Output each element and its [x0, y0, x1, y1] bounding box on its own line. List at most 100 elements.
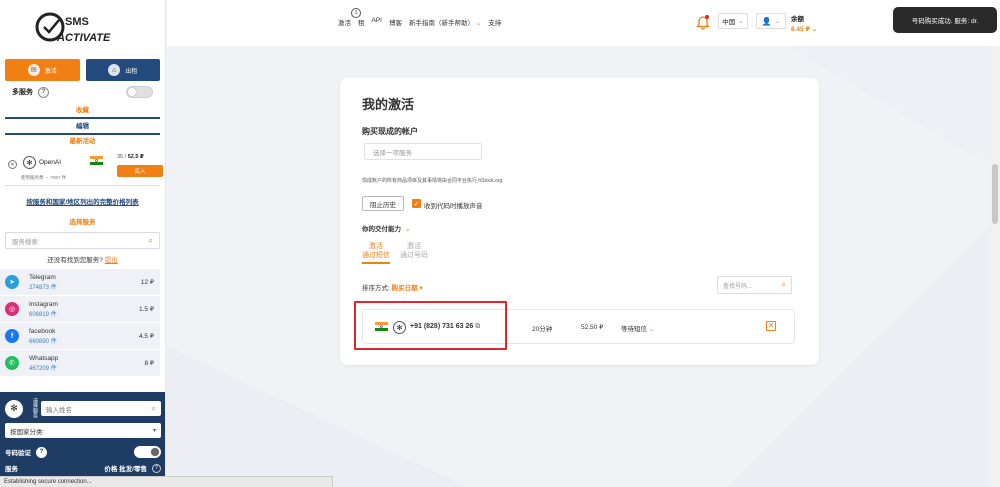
- selected-service-panel: ✻ 选择服务 输入姓名 ⌕ 按国家分类: ▾ 号码验证 ? 服务 价格 批发/零…: [0, 392, 165, 487]
- buy-ready-accounts-heading: 购买现成的帐户: [362, 127, 418, 136]
- sort-label: 排序方式:: [362, 285, 390, 292]
- favorites-header[interactable]: 收藏: [5, 103, 160, 119]
- service-name: Whatsapp: [29, 354, 59, 362]
- scrollbar-thumb[interactable]: [992, 164, 998, 224]
- latest-activity-item: ✕ ✻ OpenAI 使用服务费 ・ 7067 件 35 / 52.5 ₽ 买入: [5, 149, 163, 185]
- sort-control[interactable]: 排序方式: 购买日期 ▾: [362, 282, 423, 292]
- service-column-label: 服务: [5, 466, 18, 473]
- search-icon[interactable]: ⌕: [782, 280, 786, 290]
- latest-buy-button[interactable]: 买入: [117, 165, 163, 177]
- service-name: Instagram: [29, 300, 58, 308]
- nav-guide-label: 新手指南（新手帮助）: [408, 20, 474, 27]
- chevron-down-icon: ⌄: [774, 18, 781, 25]
- multi-service-row: 多服务 ?: [0, 81, 165, 103]
- service-item-whatsapp[interactable]: ✆ Whatsapp 467209 件 8 ₽: [0, 350, 160, 377]
- main-nav: 激活 1 租 API 博客 新手指南（新手帮助） ⌄ 支持: [338, 8, 501, 27]
- number-verify-row: 号码验证 ?: [0, 442, 165, 462]
- whatsapp-icon: ✆: [5, 356, 19, 370]
- suggest-service-link[interactable]: 提出: [105, 257, 118, 264]
- sort-value: 购买日期: [391, 285, 418, 292]
- top-header: 激活 1 租 API 博客 新手指南（新手帮助） ⌄ 支持 中国 ⌄ 👤 ⌄ 余额…: [167, 0, 1000, 46]
- delivery-ability-toggle[interactable]: 你的交付能力 ⌄: [362, 223, 410, 233]
- country-sort-value: 按国家分类:: [10, 428, 45, 436]
- india-flag-icon: [90, 156, 103, 167]
- service-name: Telegram: [29, 273, 56, 281]
- browser-status-bar: Establishing secure connection...: [0, 476, 333, 487]
- nav-api[interactable]: API: [372, 17, 382, 27]
- service-price: 8 ₽: [144, 360, 154, 367]
- service-price: 1.5 ₽: [139, 306, 154, 313]
- service-search-input[interactable]: 服务搜索 ⌕: [5, 232, 160, 249]
- buy-activation-label: 激活: [44, 68, 57, 75]
- buy-activation-button[interactable]: ✉ 激活: [5, 59, 80, 81]
- nav-support[interactable]: 支持: [488, 17, 501, 27]
- number-search-input[interactable]: 查找号码... ⌕: [717, 276, 792, 294]
- multi-service-label: 多服务: [12, 89, 33, 96]
- latest-price-prefix: 35 /: [117, 154, 127, 160]
- play-sound-label: 收到代码时播放声音: [424, 203, 483, 210]
- user-menu[interactable]: 👤 ⌄: [756, 13, 786, 29]
- rent-label: 出租: [125, 68, 138, 75]
- name-search-placeholder: 输入姓名: [46, 406, 72, 414]
- balance-display[interactable]: 余额 8.45 ₽ ⌄: [791, 13, 817, 33]
- logo-text-activate: ACTIVATE: [56, 32, 111, 44]
- latest-service-name: OpenAI: [39, 159, 62, 166]
- number-verify-label: 号码验证: [5, 450, 31, 457]
- edit-favorites-button[interactable]: 编辑: [5, 119, 160, 135]
- service-count: 660890 件: [29, 338, 57, 345]
- time-remaining: 20分钟: [532, 326, 553, 333]
- chevron-down-icon: ⌄: [811, 26, 818, 33]
- page-scrollbar[interactable]: [990, 46, 1000, 487]
- balance-value: 8.45 ₽: [791, 26, 810, 33]
- help-icon[interactable]: ?: [36, 446, 47, 458]
- tab-number-activation[interactable]: 激活 通过号码: [400, 242, 428, 264]
- service-count: 606819 件: [29, 311, 57, 318]
- help-icon[interactable]: ?: [38, 86, 49, 98]
- user-icon: 👤: [761, 16, 772, 26]
- full-price-list-link[interactable]: 按服务和国家/地区列出的完整价格列表: [0, 196, 165, 210]
- sidebar: SMS ACTIVATE ✉ 激活 ⌂ 出租 多服务 ? 收藏 编辑 最新活动 …: [0, 0, 166, 487]
- chevron-down-icon: ▾: [152, 428, 156, 434]
- play-sound-checkbox[interactable]: ✓: [412, 199, 421, 208]
- search-icon[interactable]: ⌕: [149, 236, 153, 246]
- service-item-facebook[interactable]: f facebook 660890 件 4.5 ₽: [0, 323, 160, 350]
- help-icon[interactable]: ?: [152, 463, 161, 473]
- bell-icon[interactable]: [695, 14, 711, 30]
- number-search-placeholder: 查找号码...: [723, 283, 753, 290]
- order-status-value: 等待短信: [621, 326, 647, 333]
- block-history-button[interactable]: 阻止历史: [362, 196, 404, 211]
- chevron-down-icon: ⌄: [648, 326, 655, 333]
- chevron-down-icon: ⌄: [738, 18, 744, 25]
- rent-button[interactable]: ⌂ 出租: [85, 59, 160, 81]
- number-verify-toggle[interactable]: [134, 446, 161, 458]
- latest-service-sub: 使用服务费 ・ 7067 件: [21, 175, 67, 180]
- service-search-placeholder: 服务搜索: [12, 238, 38, 246]
- service-item-telegram[interactable]: ➤ Telegram 274873 件 12 ₽: [0, 269, 160, 296]
- logo[interactable]: SMS ACTIVATE: [0, 0, 165, 54]
- cancel-order-button[interactable]: ✕: [766, 321, 776, 331]
- nav-rent[interactable]: 租: [358, 17, 365, 27]
- country-sort-select[interactable]: 按国家分类: ▾: [5, 423, 161, 438]
- remove-icon[interactable]: ✕: [8, 160, 17, 169]
- language-select[interactable]: 中国 ⌄: [718, 13, 748, 29]
- service-count: 467209 件: [29, 365, 57, 372]
- tab-sms-activation[interactable]: 激活 通过短信: [362, 242, 390, 264]
- service-name: facebook: [29, 327, 56, 335]
- instagram-icon: ◎: [5, 302, 19, 316]
- nav-guide[interactable]: 新手指南（新手帮助） ⌄: [409, 17, 481, 27]
- order-amount: 52.50 ₽: [581, 324, 604, 331]
- service-price: 4.5 ₽: [139, 333, 154, 340]
- latest-activity-header: 最新活动: [69, 138, 96, 145]
- name-search-input[interactable]: 输入姓名 ⌕: [41, 401, 161, 416]
- logo-text-sms: SMS: [65, 16, 89, 28]
- nav-blog[interactable]: 博客: [389, 17, 402, 27]
- order-status[interactable]: 等待短信 ⌄: [621, 323, 654, 333]
- balance-label: 余额: [791, 16, 804, 23]
- multi-service-toggle[interactable]: [126, 86, 153, 98]
- search-icon[interactable]: ⌕: [152, 404, 156, 414]
- tab-line1: 激活: [407, 243, 421, 250]
- choose-service-select[interactable]: 选择一项服务: [364, 143, 482, 160]
- service-item-instagram[interactable]: ◎ Instagram 606819 件 1.5 ₽: [0, 296, 160, 323]
- nav-activation[interactable]: 激活 1: [338, 8, 361, 27]
- panel-footer: 服务 价格 批发/零售?: [0, 462, 165, 474]
